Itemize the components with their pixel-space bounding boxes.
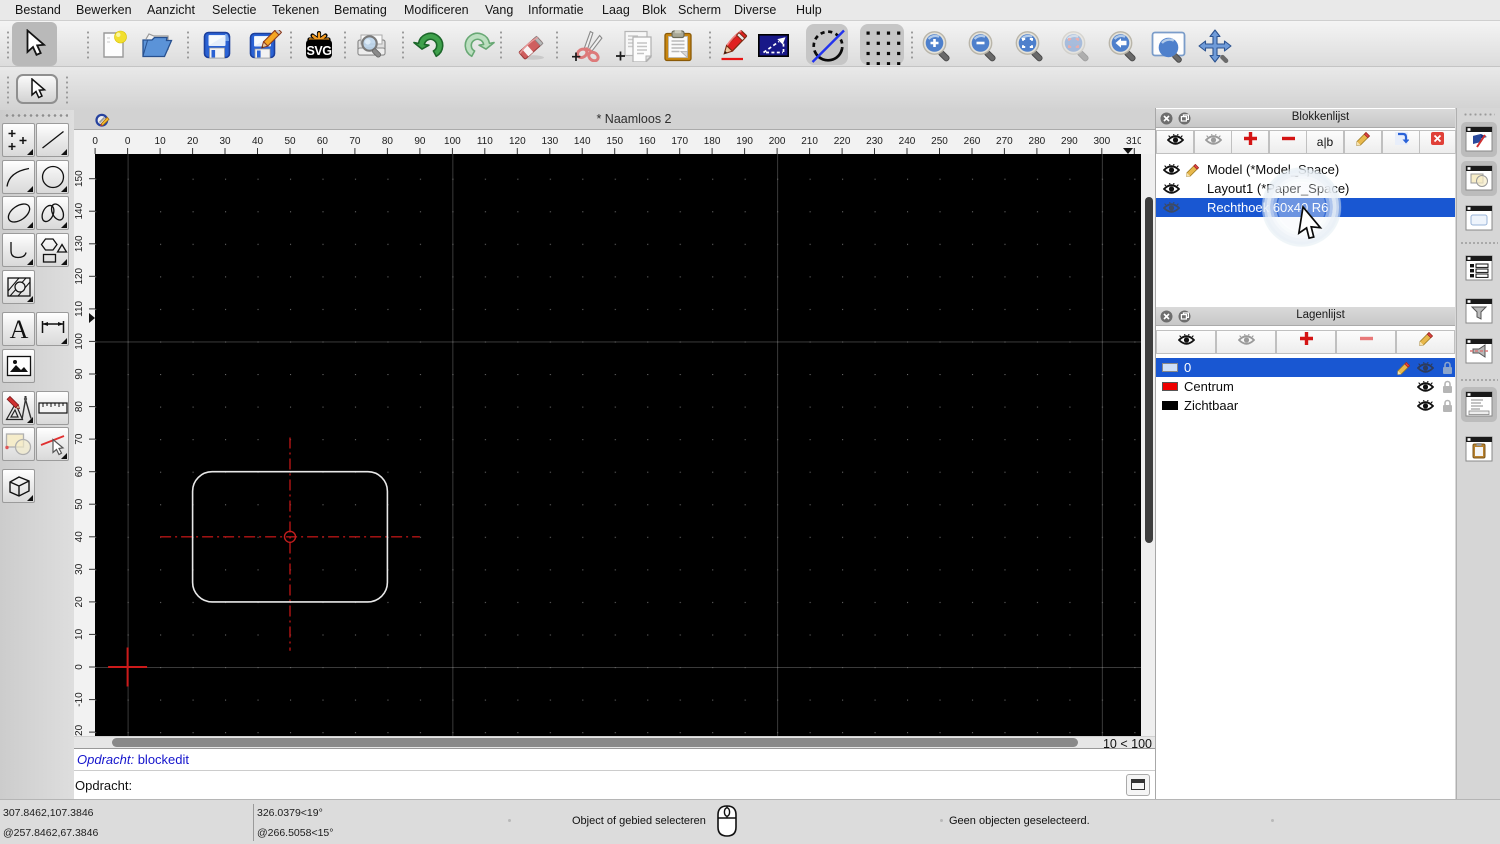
svg-text:200: 200 [769,136,786,147]
svg-text:120: 120 [74,268,85,285]
svg-text:140: 140 [74,202,85,219]
svg-text:270: 270 [996,136,1013,147]
svg-text:160: 160 [639,136,656,147]
svg-text:70: 70 [74,433,85,445]
svg-text:80: 80 [382,136,394,147]
svg-text:170: 170 [671,136,688,147]
svg-text:150: 150 [74,170,85,187]
svg-text:20: 20 [187,136,199,147]
svg-text:40: 40 [74,531,85,543]
svg-text:180: 180 [704,136,721,147]
svg-text:60: 60 [74,466,85,478]
svg-text:290: 290 [1061,136,1078,147]
svg-text:130: 130 [74,235,85,252]
svg-text:0: 0 [74,664,85,670]
svg-text:70: 70 [349,136,361,147]
svg-text:0: 0 [92,136,98,147]
svg-text:220: 220 [834,136,851,147]
svg-text:280: 280 [1029,136,1046,147]
svg-text:A: A [9,316,28,342]
svg-text:230: 230 [866,136,883,147]
svg-text:0: 0 [125,136,131,147]
svg-text:10: 10 [74,628,85,640]
svg-text:-10: -10 [74,692,85,707]
svg-text:100: 100 [444,136,461,147]
svg-text:100: 100 [74,333,85,350]
svg-text:20: 20 [74,596,85,608]
svg-text:10: 10 [155,136,167,147]
svg-text:120: 120 [509,136,526,147]
svg-text:80: 80 [74,401,85,413]
svg-text:30: 30 [219,136,231,147]
svg-text:310: 310 [1126,136,1143,147]
svg-text:130: 130 [541,136,558,147]
svg-text:260: 260 [964,136,981,147]
svg-text:60: 60 [317,136,329,147]
svg-text:140: 140 [574,136,591,147]
svg-text:50: 50 [284,136,296,147]
svg-text:90: 90 [74,368,85,380]
svg-text:110: 110 [477,136,493,147]
svg-text:40: 40 [252,136,264,147]
svg-text:210: 210 [801,136,818,147]
svg-text:90: 90 [414,136,426,147]
svg-text:30: 30 [74,563,85,575]
svg-text:190: 190 [736,136,753,147]
svg-text:300: 300 [1093,136,1110,147]
svg-text:240: 240 [899,136,916,147]
svg-text:110: 110 [74,300,85,316]
svg-text:250: 250 [931,136,948,147]
svg-text:50: 50 [74,498,85,510]
svg-text:150: 150 [606,136,623,147]
svg-text:SVG: SVG [307,44,332,58]
